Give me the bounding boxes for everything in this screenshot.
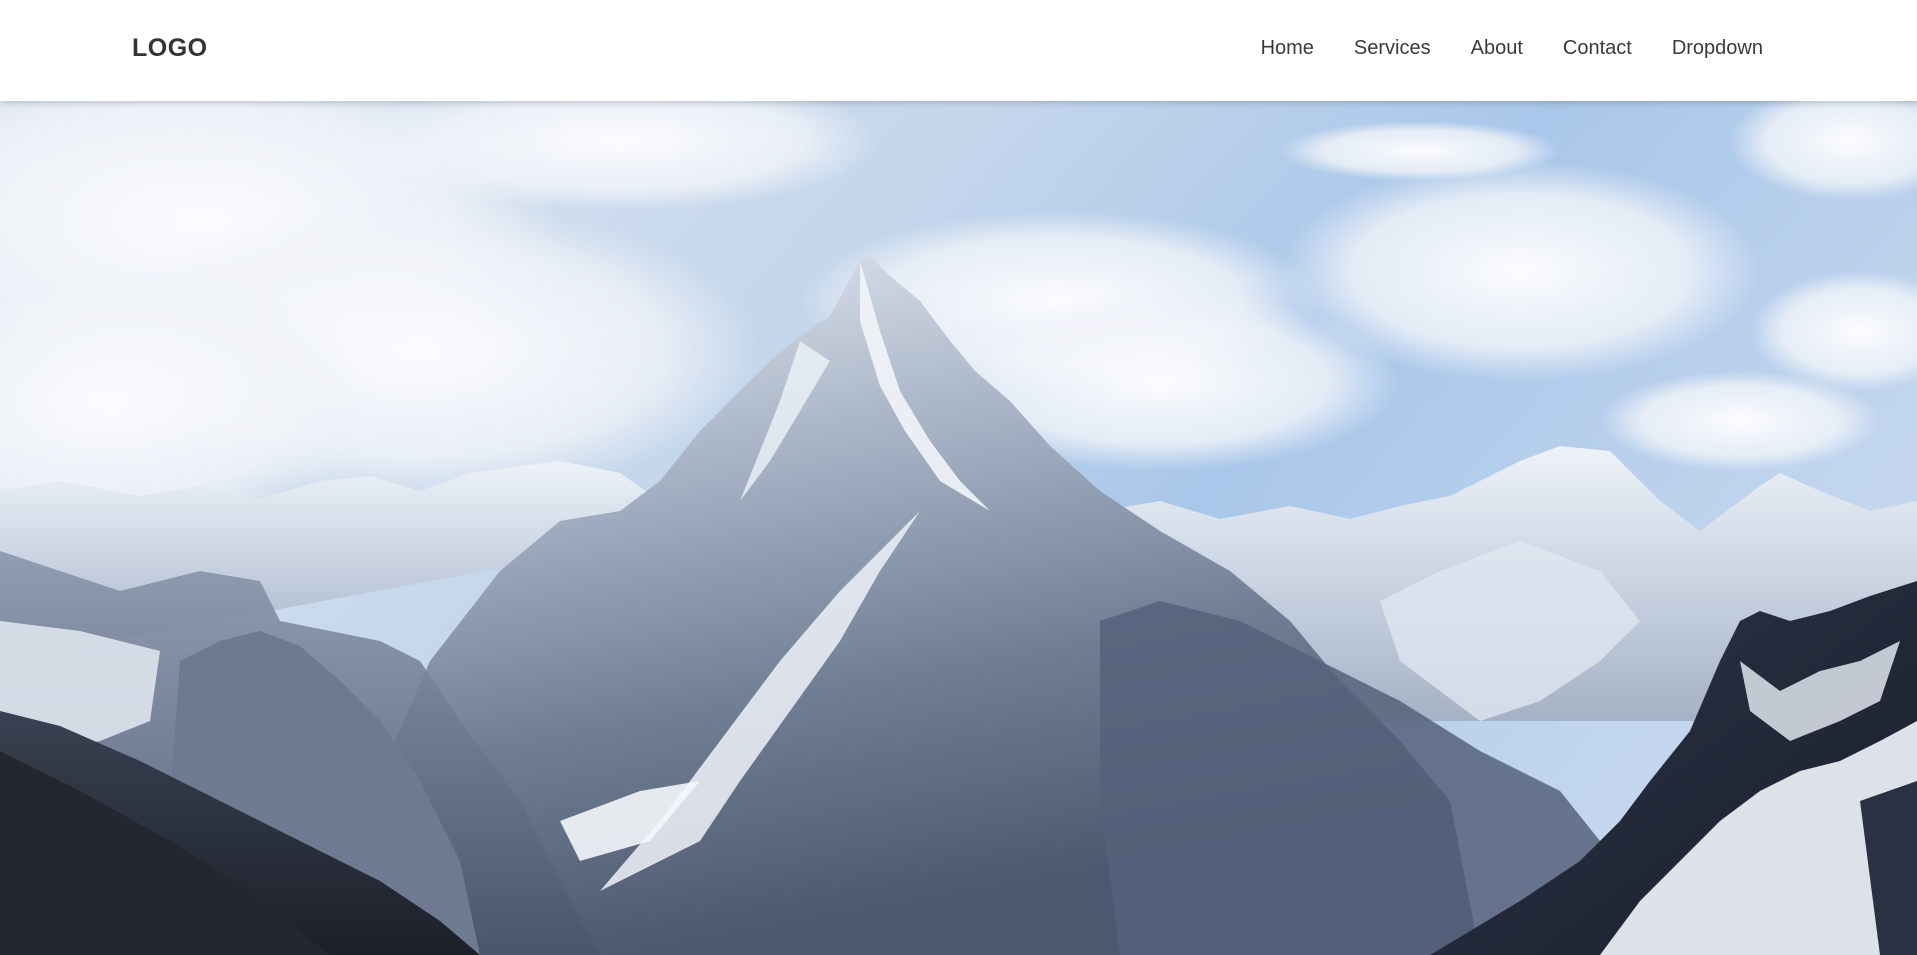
main-nav: Home Services About Contact Dropdown <box>1261 37 1763 60</box>
hero-mountain-image <box>0 101 1917 955</box>
nav-dropdown-link[interactable]: Dropdown <box>1672 37 1763 60</box>
nav-contact-link[interactable]: Contact <box>1563 37 1632 60</box>
site-header: LOGO Home Services About Contact Dropdow… <box>0 0 1917 101</box>
nav-home-link[interactable]: Home <box>1261 37 1314 60</box>
hero-banner <box>0 101 1917 955</box>
nav-about-link[interactable]: About <box>1471 37 1523 60</box>
logo[interactable]: LOGO <box>132 34 208 63</box>
nav-services-link[interactable]: Services <box>1354 37 1431 60</box>
